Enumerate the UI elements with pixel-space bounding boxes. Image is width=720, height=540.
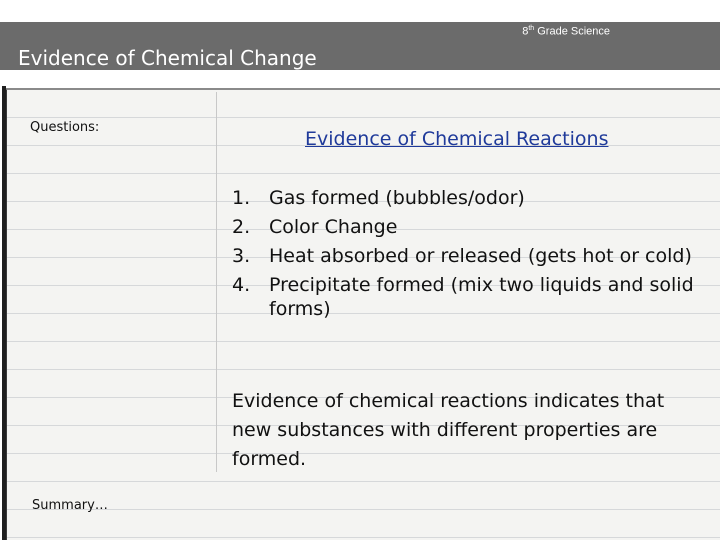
slide-title: Evidence of Chemical Change bbox=[18, 46, 317, 70]
list-item-text: Precipitate formed (mix two liquids and … bbox=[269, 274, 694, 320]
grade-label: 8th Grade Science bbox=[522, 25, 610, 38]
list-item-number: 4. bbox=[232, 274, 251, 296]
notebook-spine bbox=[2, 86, 6, 540]
questions-label: Questions: bbox=[30, 120, 100, 135]
cornell-divider-line bbox=[216, 92, 217, 472]
conclusion-text: Evidence of chemical reactions indicates… bbox=[232, 390, 665, 470]
list-item-number: 1. bbox=[232, 187, 251, 209]
list-item: 3. Heat absorbed or released (gets hot or… bbox=[232, 244, 712, 268]
list-item: 2. Color Change bbox=[232, 215, 712, 239]
list-item-number: 2. bbox=[232, 216, 251, 238]
list-item-text: Color Change bbox=[269, 216, 398, 238]
header-bar: 8th Grade Science Evidence of Chemical C… bbox=[0, 22, 720, 70]
list-item: 4. Precipitate formed (mix two liquids an… bbox=[232, 273, 712, 321]
list-item: 1. Gas formed (bubbles/odor) bbox=[232, 186, 712, 210]
list-item-text: Gas formed (bubbles/odor) bbox=[269, 187, 525, 209]
list-item-text: Heat absorbed or released (gets hot or c… bbox=[269, 245, 692, 267]
list-item-number: 3. bbox=[232, 245, 251, 267]
summary-label: Summary… bbox=[32, 498, 108, 513]
evidence-list: 1. Gas formed (bubbles/odor) 2. Color Chan… bbox=[232, 186, 712, 326]
section-heading[interactable]: Evidence of Chemical Reactions bbox=[305, 128, 608, 150]
